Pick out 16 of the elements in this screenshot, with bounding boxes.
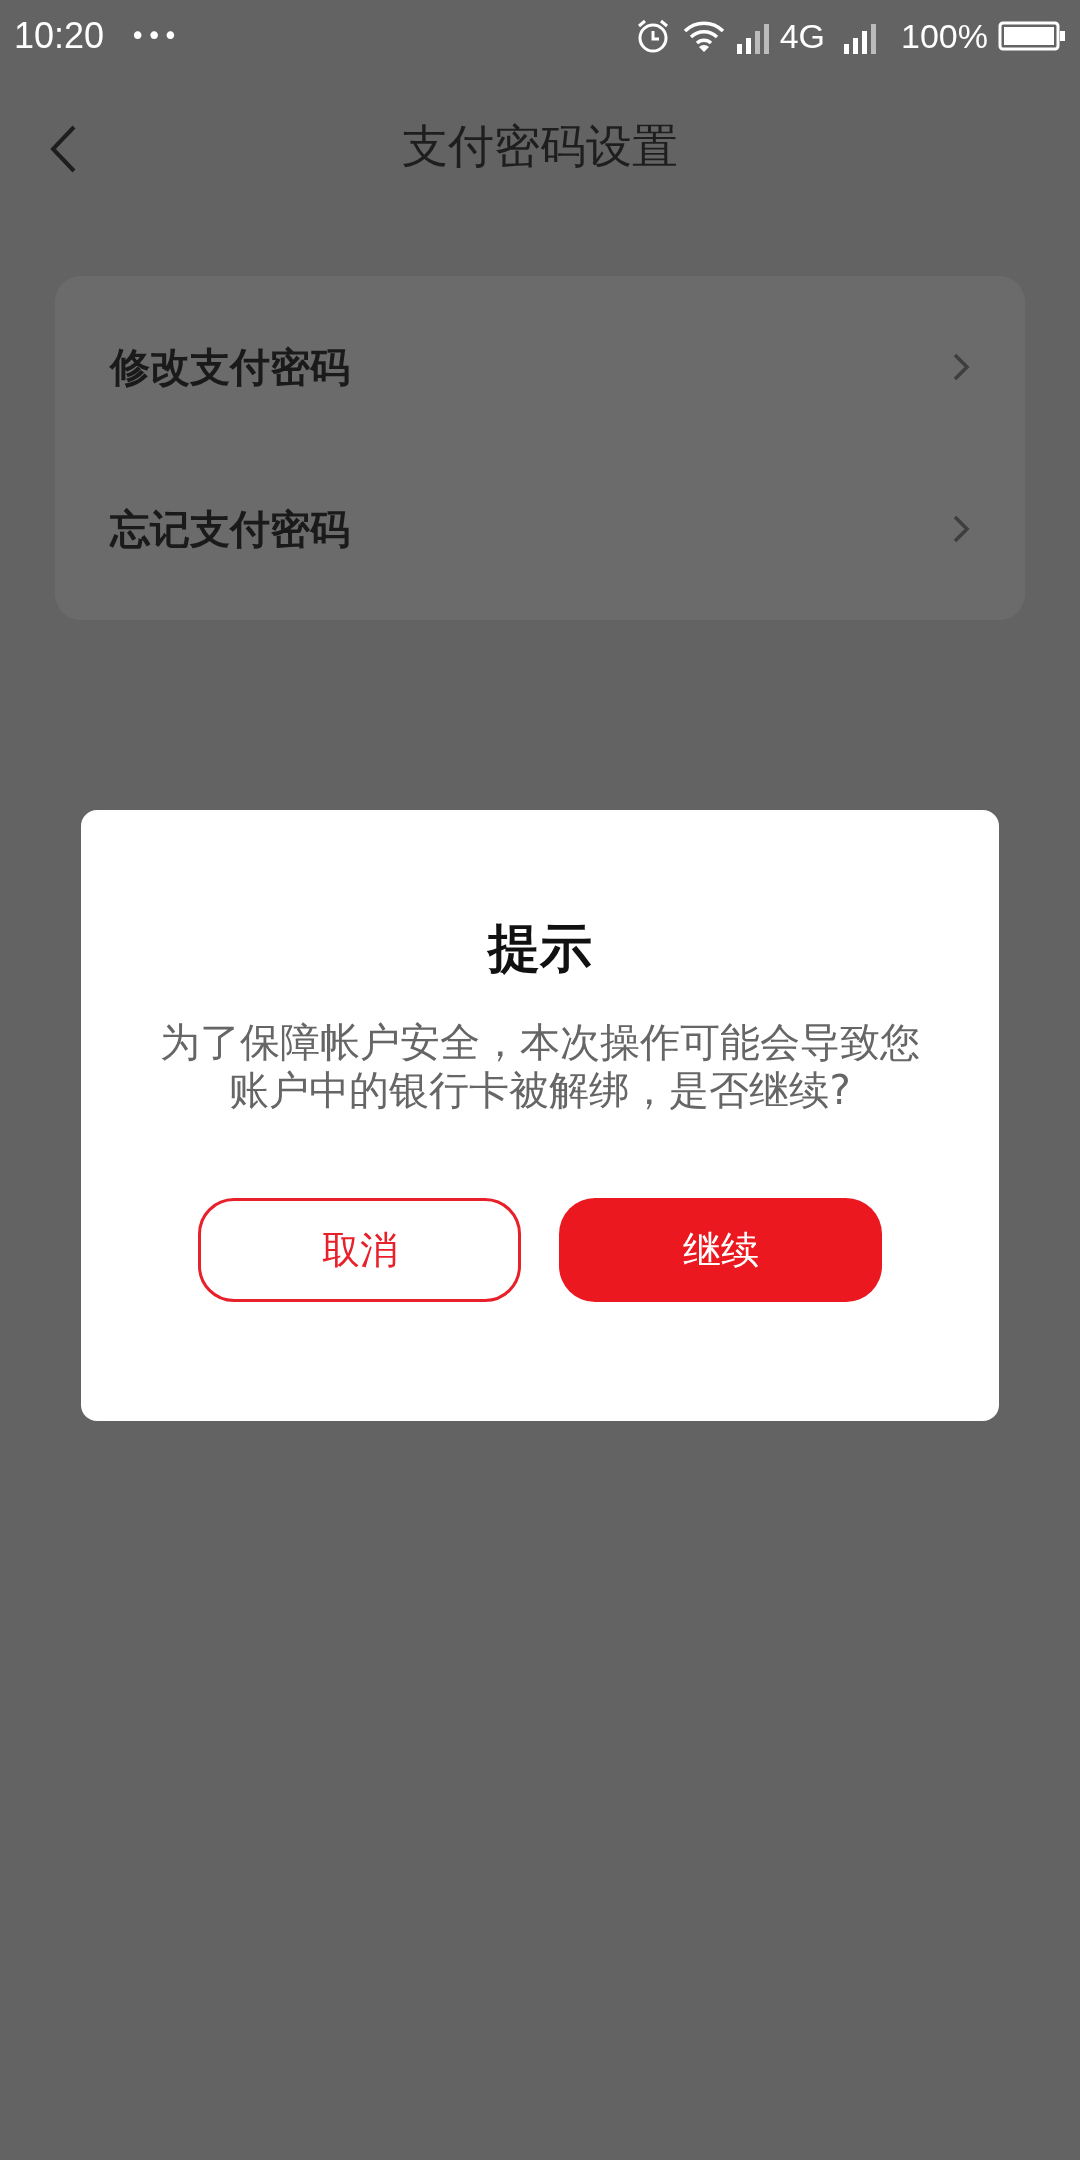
chevron-right-icon (952, 352, 970, 382)
menu-item[interactable]: 忘记支付密码 (55, 448, 1025, 610)
cancel-button[interactable]: 取消 (198, 1198, 521, 1302)
network-type: 4G (779, 16, 826, 56)
battery-percent: 100% (901, 16, 988, 56)
page-title: 支付密码设置 (402, 118, 678, 175)
dialog-message: 为了保障帐户安全，本次操作可能会导致您 (160, 1018, 920, 1066)
dialog-title: 提示 (488, 917, 592, 980)
status-time: 10:20 (14, 15, 105, 57)
chevron-right-icon (952, 514, 970, 544)
battery-icon (998, 21, 1066, 51)
menu-item[interactable]: 修改支付密码 (55, 286, 1025, 448)
continue-button[interactable]: 继续 (559, 1198, 882, 1302)
wifi-icon (681, 19, 726, 53)
dialog-message: 账户中的银行卡被解绑，是否继续? (229, 1066, 851, 1114)
notification-dots: ••• (130, 21, 180, 51)
